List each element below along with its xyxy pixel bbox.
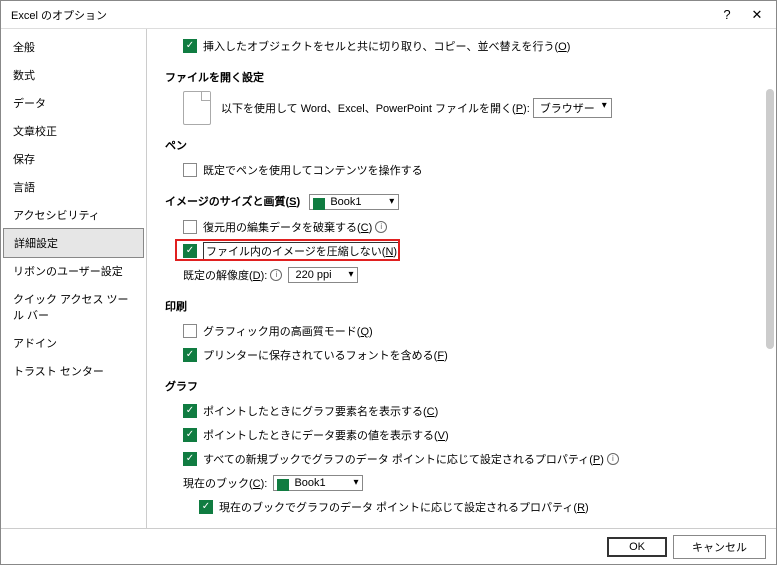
checkbox-hq-graphics[interactable] <box>183 324 197 338</box>
label: 既定でペンを使用してコンテンツを操作する <box>203 162 423 178</box>
main-area: 全般数式データ文章校正保存言語アクセシビリティ詳細設定リボンのユーザー設定クイッ… <box>1 29 776 529</box>
info-icon[interactable] <box>375 221 387 233</box>
checkbox-g3[interactable] <box>183 452 197 466</box>
label: 以下を使用して Word、Excel、PowerPoint ファイルを開く(P)… <box>221 100 533 116</box>
label: 復元用の編集データを破棄する(C) <box>203 219 372 235</box>
sidebar: 全般数式データ文章校正保存言語アクセシビリティ詳細設定リボンのユーザー設定クイッ… <box>1 29 147 529</box>
scrollbar[interactable] <box>766 89 774 349</box>
row-g2[interactable]: ポイントしたときにデータ要素の値を表示する(V) <box>165 424 758 446</box>
section-pen: ペン <box>165 137 758 153</box>
label: すべての新規ブックでグラフのデータ ポイントに応じて設定されるプロパティ(P) <box>203 451 604 467</box>
checkbox-g1[interactable] <box>183 404 197 418</box>
sidebar-item-6[interactable]: アクセシビリティ <box>1 201 146 229</box>
row-g4[interactable]: 現在のブックでグラフのデータ ポイントに応じて設定されるプロパティ(R) <box>165 496 758 518</box>
checkbox-pen[interactable] <box>183 163 197 177</box>
sidebar-item-11[interactable]: トラスト センター <box>1 357 146 385</box>
section-file-open: ファイルを開く設定 <box>165 69 758 85</box>
sidebar-item-3[interactable]: 文章校正 <box>1 117 146 145</box>
label: プリンターに保存されているフォントを含める(F) <box>203 347 448 363</box>
sidebar-item-2[interactable]: データ <box>1 89 146 117</box>
label: 挿入したオブジェクトをセルと共に切り取り、コピー、並べ替えを行う(O) <box>203 38 570 54</box>
label: 既定の解像度(D): <box>183 267 267 283</box>
sidebar-item-9[interactable]: クイック アクセス ツール バー <box>1 285 146 329</box>
select-default-res[interactable]: 220 ppi <box>288 267 358 283</box>
sidebar-item-7[interactable]: 詳細設定 <box>3 228 144 258</box>
info-icon[interactable] <box>270 269 282 281</box>
footer: OK キャンセル <box>1 528 776 564</box>
row-file-open: 以下を使用して Word、Excel、PowerPoint ファイルを開く(P)… <box>165 91 758 125</box>
select-current-book[interactable]: Book1 <box>273 475 363 491</box>
row-g1[interactable]: ポイントしたときにグラフ要素名を表示する(C) <box>165 400 758 422</box>
sidebar-item-8[interactable]: リボンのユーザー設定 <box>1 257 146 285</box>
content-panel: 挿入したオブジェクトをセルと共に切り取り、コピー、並べ替えを行う(O) ファイル… <box>147 29 776 529</box>
label: グラフィック用の高画質モード(Q) <box>203 323 373 339</box>
section-print: 印刷 <box>165 298 758 314</box>
sidebar-item-10[interactable]: アドイン <box>1 329 146 357</box>
select-file-open[interactable]: ブラウザー <box>533 98 612 118</box>
close-button[interactable]: ✕ <box>742 3 772 27</box>
help-button[interactable]: ? <box>712 3 742 27</box>
checkbox-include-fonts[interactable] <box>183 348 197 362</box>
label: 現在のブック(C): <box>183 475 273 491</box>
checkbox-no-compress[interactable] <box>183 244 197 258</box>
checkbox-restore-discard[interactable] <box>183 220 197 234</box>
row-pen[interactable]: 既定でペンを使用してコンテンツを操作する <box>165 159 758 181</box>
row-current-book: 現在のブック(C): Book1 <box>165 472 758 494</box>
file-icon <box>183 91 211 125</box>
select-image-scope[interactable]: Book1 <box>309 194 399 210</box>
label: ポイントしたときにデータ要素の値を表示する(V) <box>203 427 449 443</box>
checkbox-insert-object[interactable] <box>183 39 197 53</box>
label: ポイントしたときにグラフ要素名を表示する(C) <box>203 403 438 419</box>
row-hq-graphics[interactable]: グラフィック用の高画質モード(Q) <box>165 320 758 342</box>
sidebar-item-5[interactable]: 言語 <box>1 173 146 201</box>
ok-button[interactable]: OK <box>607 537 667 557</box>
row-restore-discard[interactable]: 復元用の編集データを破棄する(C) <box>165 216 758 238</box>
sidebar-item-0[interactable]: 全般 <box>1 33 146 61</box>
window-title: Excel のオプション <box>11 7 712 23</box>
label: 現在のブックでグラフのデータ ポイントに応じて設定されるプロパティ(R) <box>219 499 589 515</box>
sidebar-item-1[interactable]: 数式 <box>1 61 146 89</box>
sidebar-item-4[interactable]: 保存 <box>1 145 146 173</box>
titlebar: Excel のオプション ? ✕ <box>1 1 776 29</box>
section-graph: グラフ <box>165 378 758 394</box>
checkbox-g2[interactable] <box>183 428 197 442</box>
row-include-fonts[interactable]: プリンターに保存されているフォントを含める(F) <box>165 344 758 366</box>
row-g3[interactable]: すべての新規ブックでグラフのデータ ポイントに応じて設定されるプロパティ(P) <box>165 448 758 470</box>
row-default-res: 既定の解像度(D): 220 ppi <box>165 264 758 286</box>
cancel-button[interactable]: キャンセル <box>673 535 766 559</box>
info-icon[interactable] <box>607 453 619 465</box>
section-image-quality: イメージのサイズと画質(S) Book1 <box>165 193 758 210</box>
row-no-compress[interactable]: ファイル内のイメージを圧縮しない(N) <box>165 240 758 262</box>
checkbox-g4[interactable] <box>199 500 213 514</box>
row-insert-object[interactable]: 挿入したオブジェクトをセルと共に切り取り、コピー、並べ替えを行う(O) <box>165 35 758 57</box>
label: ファイル内のイメージを圧縮しない(N) <box>203 242 400 260</box>
